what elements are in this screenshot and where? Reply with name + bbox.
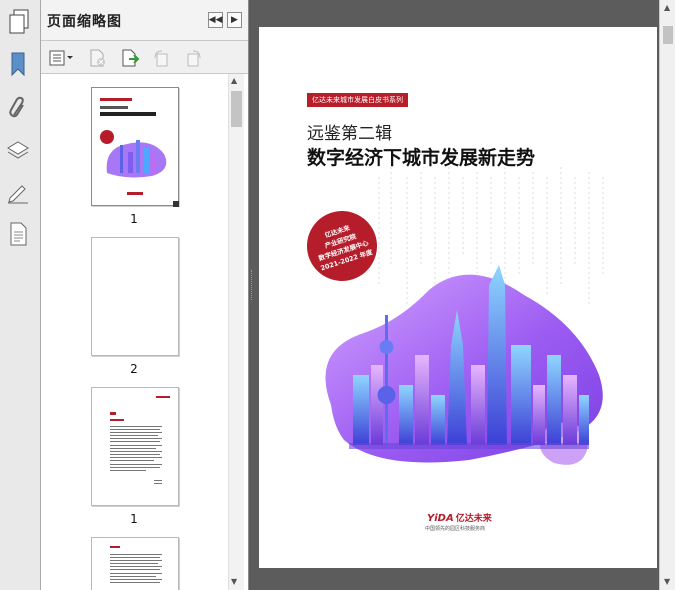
rotate-cw-icon[interactable] (184, 48, 204, 68)
layers-icon[interactable] (4, 134, 32, 166)
bookmark-icon[interactable] (4, 48, 32, 80)
rotate-ccw-icon[interactable] (151, 48, 171, 68)
panel-splitter[interactable] (251, 270, 255, 300)
panel-header: 页面缩略图 ◀◀ ▶ (41, 0, 248, 41)
expand-panel-icon[interactable]: ▶ (227, 12, 242, 28)
brand-slogan: 中国领先的园区科技服务商 (425, 526, 486, 532)
thumbnail-options-icon[interactable] (49, 48, 75, 68)
page-thumbnail[interactable] (91, 87, 179, 206)
series-tag: 亿达未来城市发展白皮书系列 (307, 93, 408, 107)
page-thumbnail[interactable] (91, 237, 179, 356)
page-number-label: 2 (130, 362, 138, 376)
scroll-up-arrow-icon[interactable]: ▲ (664, 3, 670, 12)
document-view[interactable]: 亿达未来城市发展白皮书系列 远鉴第二辑 数字经济下城市发展新走势 亿达未来 产业… (249, 0, 659, 590)
pdf-page: 亿达未来城市发展白皮书系列 远鉴第二辑 数字经济下城市发展新走势 亿达未来 产业… (259, 27, 657, 568)
thumbnail-resize-handle[interactable] (173, 201, 179, 207)
cover-subtitle: 远鉴第二辑 (307, 124, 392, 144)
city-skyline-illustration (325, 265, 603, 465)
scroll-down-arrow-icon[interactable]: ▼ (664, 577, 670, 586)
cover-title: 数字经济下城市发展新走势 (307, 147, 536, 169)
scrollbar-thumb[interactable] (663, 26, 673, 44)
thumbnails-panel: 页面缩略图 ◀◀ ▶ 1 2 1 ▲ ▼ (41, 0, 249, 590)
insert-page-icon[interactable] (120, 48, 140, 68)
thumbnail-scrollbar[interactable]: ▲ ▼ (228, 74, 244, 590)
page-thumbnail[interactable] (91, 387, 179, 506)
document-icon[interactable] (4, 218, 32, 250)
thumbnail-list[interactable]: 1 2 1 (41, 74, 248, 590)
scrollbar-thumb[interactable] (231, 91, 242, 127)
panel-title: 页面缩略图 (47, 14, 122, 30)
thumbnail-toolbar (41, 41, 248, 74)
brand-logo: YiDA 亿达未来 (427, 513, 492, 524)
page-thumbnail[interactable] (91, 537, 179, 590)
signature-icon[interactable] (4, 176, 32, 208)
document-scrollbar[interactable]: ▲ ▼ (659, 0, 675, 590)
collapse-panel-icon[interactable]: ◀◀ (208, 12, 223, 28)
scroll-down-arrow-icon[interactable]: ▼ (231, 577, 237, 586)
pages-panel-icon[interactable] (5, 6, 33, 38)
delete-page-icon[interactable] (88, 48, 108, 68)
page-number-label: 1 (130, 212, 138, 226)
page-number-label: 1 (130, 512, 138, 526)
navigation-rail (0, 0, 41, 590)
paperclip-icon[interactable] (4, 92, 32, 124)
scroll-up-arrow-icon[interactable]: ▲ (231, 76, 237, 85)
